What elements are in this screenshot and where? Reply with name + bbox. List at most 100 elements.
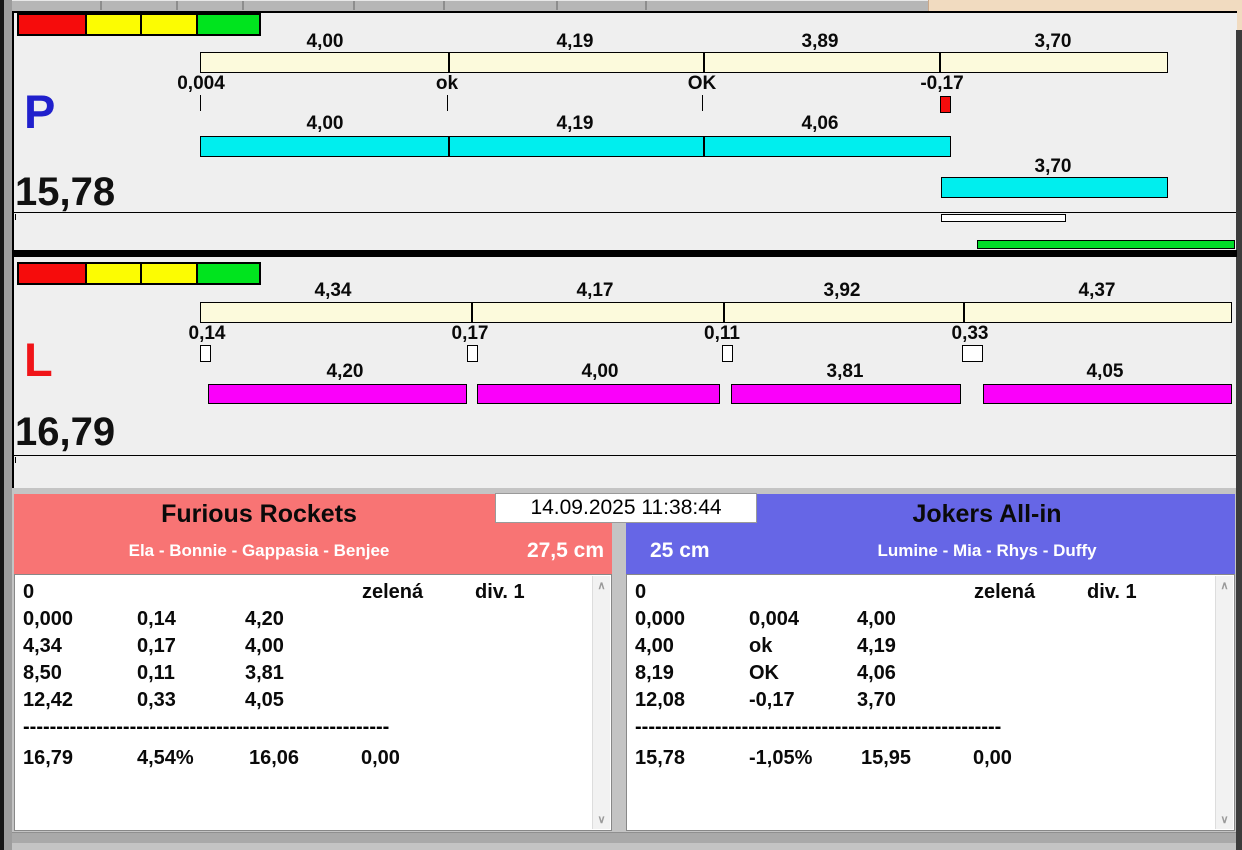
stat-cell: 12,08 [635,689,686,711]
measure-segment-label: 4,00 [306,113,344,134]
bar-divider [963,303,965,322]
scrollbar-down-icon[interactable]: ∨ [593,813,610,826]
stat-cell: 8,50 [23,662,62,684]
indicator-yellow-1 [85,15,140,34]
team-left-distance: 27,5 cm [526,539,604,562]
marker-label: 0,004 [177,73,225,94]
ref-segment-label: 4,00 [306,31,344,52]
window-left-border [4,0,12,850]
bottom-status-band [12,832,1236,843]
panel-l-measure-bar-segment [208,384,467,404]
total-cell: -1,05% [749,747,813,769]
panel-p-letter: P [24,85,56,138]
bar-divider [723,303,725,322]
stat-cell: 0,000 [23,608,74,630]
strip-separator [176,1,178,10]
stat-cell: 0,14 [137,608,176,630]
team-left-stats-panel[interactable]: 0 zelená div. 1 0,000 0,14 4,20 4,34 0,1… [14,574,612,831]
stat-cell: 4,00 [245,635,284,657]
marker-box-white [722,345,733,362]
total-cell: 0,00 [361,747,400,769]
stat-cell: OK [749,662,779,684]
marker-box-white [200,345,211,362]
ref-segment-label: 4,37 [1078,280,1116,301]
stat-cell: 0,17 [137,635,176,657]
marker-tick [702,95,703,111]
panel-l-measure-bar-segment [731,384,961,404]
panel-divider [12,250,1237,257]
team-left-players: Ela - Bonnie - Gappasia - Benjee [128,541,390,560]
stat-cell: 3,81 [245,662,284,684]
bar-divider [471,303,473,322]
strip-separator [242,1,244,10]
indicator-yellow-1 [85,264,140,283]
clock-display: 14.09.2025 11:38:44 [495,493,757,523]
panel-p-green-bar [977,240,1235,249]
strip-separator [443,1,445,10]
stat-cell: 4,00 [857,608,896,630]
ref-segment-label: 3,92 [823,280,861,301]
bar-divider [448,137,450,156]
stat-cell: 12,42 [23,689,74,711]
scrollbar-down-icon[interactable]: ∨ [1216,813,1233,826]
total-cell: 0,00 [973,747,1012,769]
team-right-stats-panel[interactable]: 0 zelená div. 1 0,000 0,004 4,00 4,00 ok… [626,574,1235,831]
stat-cell: 0,000 [635,608,686,630]
ref-segment-label: 3,70 [1034,31,1072,52]
marker-label: 0,11 [704,323,740,344]
team-right-distance: 25 cm [650,539,710,562]
marker-label: 0,17 [451,323,489,344]
total-cell: 16,06 [249,747,300,769]
stat-cell: 4,00 [635,635,674,657]
marker-box-red [940,96,951,113]
stat-cell: 4,34 [23,635,62,657]
division-value: div. 1 [1087,581,1137,603]
strip-left-tick [15,457,16,463]
scrollbar-up-icon[interactable]: ∧ [593,579,610,592]
color-value: zelená [974,581,1036,603]
ref-segment-label: 4,17 [576,280,614,301]
panel-p-reference-bar [200,52,1168,73]
bar-divider [448,53,450,72]
marker-label: 0,33 [951,323,989,344]
vertical-scrollbar[interactable]: ∧ ∨ [592,576,610,829]
indicator-green [196,264,259,283]
totals-divider: ----------------------------------------… [23,716,390,738]
marker-label: OK [687,73,717,94]
measure-segment-label: 4,20 [326,361,364,382]
measure-segment-label: 3,81 [826,361,864,382]
bar-divider [703,137,705,156]
vertical-scrollbar[interactable]: ∧ ∨ [1215,576,1233,829]
ref-segment-label: 3,89 [801,31,839,52]
bar-divider [939,53,941,72]
stat-cell: 0,004 [749,608,800,630]
indicator-red [19,15,85,34]
round-value: 0 [635,581,647,603]
panel-p-indicator-row [17,13,261,36]
color-value: zelená [362,581,424,603]
panel-l-letter: L [24,333,53,386]
ref-segment-label: 4,34 [314,280,352,301]
indicator-red [19,264,85,283]
marker-box-white-wide [962,345,983,362]
panel-p-measure-bar-extra [941,177,1168,198]
marker-label: ok [435,73,459,94]
panel-l-reference-bar [200,302,1232,323]
stat-cell: 4,20 [245,608,284,630]
window-right-border [1236,30,1242,850]
scrollbar-up-icon[interactable]: ∧ [1216,579,1233,592]
indicator-yellow-2 [140,264,196,283]
total-cell: 15,78 [635,747,686,769]
marker-tick [200,95,201,111]
total-cell: 4,54% [137,747,194,769]
stat-cell: 4,05 [245,689,284,711]
stat-cell: 4,06 [857,662,896,684]
totals-divider: ----------------------------------------… [635,716,1002,738]
panel-p-measure-bar [200,136,951,157]
team-left-name: Furious Rockets [161,500,357,528]
strip-separator [100,1,102,10]
marker-label: -0,17 [920,73,964,94]
round-value: 0 [23,581,35,603]
measure-segment-label: 4,05 [1086,361,1124,382]
measure-segment-label: 3,70 [1034,156,1072,177]
